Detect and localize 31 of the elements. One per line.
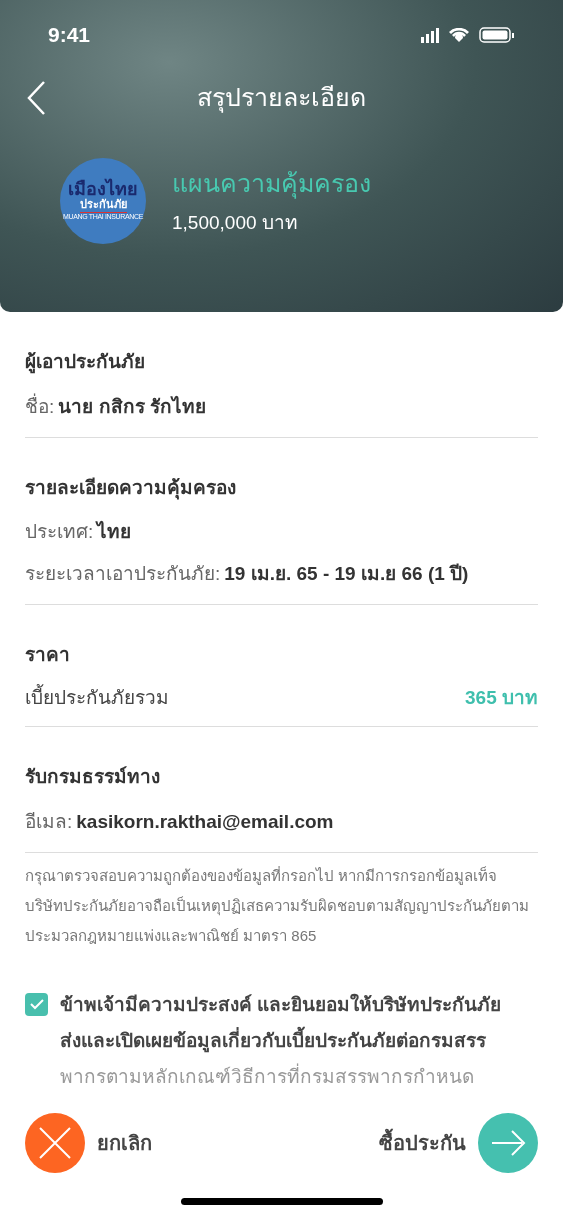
- field-value: kasikorn.rakthai@email.com: [76, 809, 334, 834]
- price-value: 365 บาท: [465, 685, 538, 710]
- consent-text: ข้าพเจ้ามีความประสงค์ และยินยอมให้บริษัทประกันภัย ส่งและเปิดเผยข้อมูลเกี่ยวกับเบี้ยประกันภัยต่อกรมสรร พากรตามหลักเกณฑ์วิธีการที่กรมสรรพากรกำหนด: [60, 992, 502, 1089]
- back-button[interactable]: [26, 80, 46, 116]
- check-icon: [29, 998, 44, 1010]
- wifi-icon: [449, 28, 469, 42]
- field-label: ชื่อ:: [25, 392, 55, 419]
- field-label: ประเทศ:: [25, 520, 94, 544]
- field-label: ระยะเวลาเอาประกันภัย:: [25, 562, 221, 586]
- consent-checkbox[interactable]: [25, 992, 48, 1016]
- field-value: นาย กสิกร รักไทย: [58, 394, 206, 419]
- back-icon: [26, 80, 46, 116]
- battery-icon: [479, 27, 515, 43]
- cancel-button[interactable]: ยกเลิก: [25, 1112, 152, 1173]
- coverage-amount: 1,500,000 บาท: [172, 210, 299, 235]
- section-title: ราคา: [25, 643, 71, 667]
- section-title: รับกรมธรรม์ทาง: [25, 765, 161, 789]
- close-icon: [25, 1112, 85, 1173]
- disclaimer-text: กรุณาตรวจสอบความถูกต้องของข้อมูลที่กรอกไป หากมีการกรอกข้อมูลเท็จ บริษัทประกันภัยอาจถือเป็นเหตุปฏิเสธความรับผิดชอบตามสัญญาประกันภัยตามประมวลกฎหมายแพ่งและพาณิชย์ มาตรา 865: [25, 865, 530, 946]
- field-value: 19 เม.ย. 65 - 19 เม.ย 66 (1 ปี): [224, 562, 469, 586]
- page-title: สรุปรายละเอียด: [197, 82, 366, 115]
- plan-name: แผนความคุ้มครอง: [172, 168, 371, 201]
- field-value: ไทย: [97, 520, 132, 544]
- signal-icon: [421, 27, 439, 43]
- arrow-right-icon: [478, 1112, 538, 1173]
- status-time: 9:41: [48, 22, 91, 49]
- buy-button[interactable]: ซื้อประกัน: [379, 1112, 538, 1173]
- section-title: ผู้เอาประกันภัย: [25, 350, 146, 376]
- section-title: รายละเอียดความคุ้มครอง: [25, 475, 237, 502]
- price-label: เบี้ยประกันภัยรวม: [25, 683, 169, 710]
- field-label: อีเมล:: [25, 809, 73, 834]
